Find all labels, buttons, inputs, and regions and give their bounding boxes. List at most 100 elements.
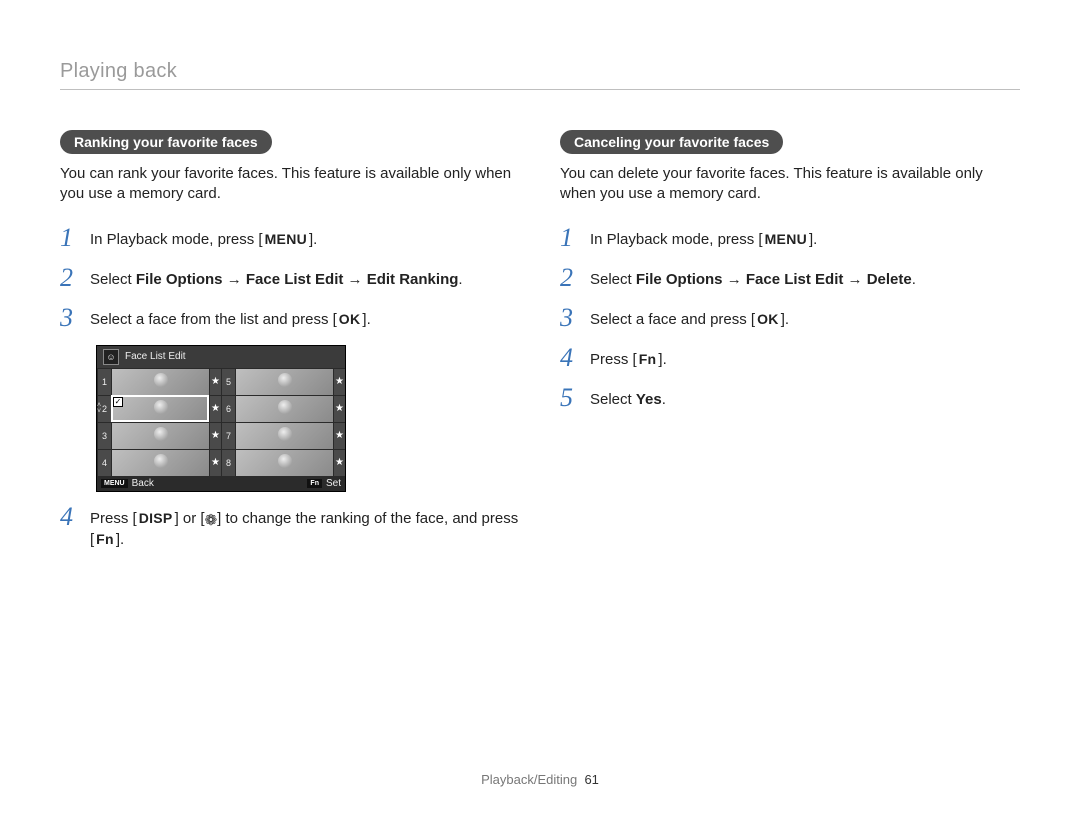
menu-button-label: MENU [763, 230, 809, 250]
step-text: Select Yes. [590, 385, 666, 410]
text: ]. [362, 311, 370, 328]
step-text: Press [DISP] or [❁] to change the rankin… [90, 504, 520, 550]
menu-tag: MENU [101, 479, 128, 488]
lcd-title-bar: ☺ Face List Edit [97, 346, 345, 368]
text: Press [ [90, 510, 137, 527]
step-number: 1 [560, 225, 580, 251]
text: ]. [309, 231, 317, 248]
text: ]. [116, 531, 124, 548]
step-text: Select a face and press [OK]. [590, 305, 789, 330]
star-icon: ★ [333, 368, 345, 395]
step-2: 2 Select File Options → Face List Edit →… [60, 265, 520, 291]
text: Select [590, 271, 636, 288]
step-number: 4 [560, 345, 580, 371]
two-column-layout: Ranking your favorite faces You can rank… [60, 130, 1020, 564]
text: ]. [658, 351, 666, 368]
disp-button-label: DISP [137, 509, 175, 529]
step-number: 3 [60, 305, 80, 331]
rank-number: 4 [97, 449, 111, 476]
step-2: 2 Select File Options → Face List Edit →… [560, 265, 1020, 291]
page-footer: Playback/Editing 61 [0, 772, 1080, 787]
step-number: 4 [60, 504, 80, 530]
right-column: Canceling your favorite faces You can de… [560, 130, 1020, 564]
menu-button-label: MENU [263, 230, 309, 250]
step-1: 1 In Playback mode, press [MENU]. [560, 225, 1020, 251]
footer-section: Playback/Editing [481, 772, 577, 787]
text: Select a face and press [ [590, 311, 755, 328]
menu-path: File Options → Face List Edit → Edit Ran… [136, 271, 459, 288]
step-5: 5 Select Yes. [560, 385, 1020, 411]
section-pill-ranking: Ranking your favorite faces [60, 130, 272, 154]
star-icon: ★ [209, 368, 221, 395]
manual-page: Playing back Ranking your favorite faces… [0, 0, 1080, 815]
updown-arrows-icon: ˄˅ [97, 403, 101, 415]
text: In Playback mode, press [ [90, 231, 263, 248]
step-1: 1 In Playback mode, press [MENU]. [60, 225, 520, 251]
lcd-title: Face List Edit [125, 351, 186, 362]
face-thumbnail-selected: ✓ [111, 395, 209, 422]
text: . [912, 271, 916, 288]
star-icon: ★ [209, 395, 221, 422]
fn-tag: Fn [307, 479, 322, 488]
rank-number: 1 [97, 368, 111, 395]
face-thumbnail [111, 449, 209, 476]
rank-number: 6 [221, 395, 235, 422]
star-icon: ★ [209, 449, 221, 476]
rank-number: ˄˅2 [97, 395, 111, 422]
macro-flower-icon: ❁ [205, 513, 218, 528]
step-text: In Playback mode, press [MENU]. [590, 225, 817, 250]
text: Select [590, 391, 636, 408]
step-4: 4 Press [Fn]. [560, 345, 1020, 371]
checkbox-icon: ✓ [113, 397, 123, 407]
face-thumbnail [111, 368, 209, 395]
step-number: 1 [60, 225, 80, 251]
ok-button-label: OK [337, 310, 363, 330]
page-title: Playing back [60, 60, 1020, 90]
face-thumbnail [235, 395, 333, 422]
lcd-footer: MENU Back Fn Set [97, 476, 345, 491]
step-number: 3 [560, 305, 580, 331]
back-label: Back [132, 478, 154, 489]
text: . [662, 391, 666, 408]
rank-number: 7 [221, 422, 235, 449]
step-text: Press [Fn]. [590, 345, 667, 370]
menu-item: Yes [636, 391, 662, 408]
step-3: 3 Select a face from the list and press … [60, 305, 520, 331]
star-icon: ★ [333, 449, 345, 476]
face-thumbnail [111, 422, 209, 449]
face-icon: ☺ [103, 349, 119, 365]
step-text: Select a face from the list and press [O… [90, 305, 371, 330]
step-3: 3 Select a face and press [OK]. [560, 305, 1020, 331]
intro-text: You can rank your favorite faces. This f… [60, 164, 520, 205]
text: . [458, 271, 462, 288]
face-thumbnail [235, 368, 333, 395]
step-number: 2 [560, 265, 580, 291]
intro-text: You can delete your favorite faces. This… [560, 164, 1020, 205]
star-icon: ★ [333, 395, 345, 422]
step-4: 4 Press [DISP] or [❁] to change the rank… [60, 504, 520, 550]
left-column: Ranking your favorite faces You can rank… [60, 130, 520, 564]
star-icon: ★ [333, 422, 345, 449]
page-number: 61 [584, 772, 598, 787]
fn-button-label: Fn [637, 350, 659, 370]
step-number: 2 [60, 265, 80, 291]
text: ]. [781, 311, 789, 328]
fn-button-label: Fn [94, 530, 116, 550]
camera-lcd-screenshot: ☺ Face List Edit 1 ★ 5 ★ ˄˅2 ✓ ★ 6 ★ [96, 345, 346, 492]
rank-number: 8 [221, 449, 235, 476]
menu-path: File Options → Face List Edit → Delete [636, 271, 912, 288]
face-thumbnail [235, 449, 333, 476]
step-text: Select File Options → Face List Edit → D… [590, 265, 916, 290]
text: Select a face from the list and press [ [90, 311, 337, 328]
text: Press [ [590, 351, 637, 368]
text: ] or [ [175, 510, 205, 527]
section-pill-canceling: Canceling your favorite faces [560, 130, 783, 154]
star-icon: ★ [209, 422, 221, 449]
text: In Playback mode, press [ [590, 231, 763, 248]
face-thumbnail [235, 422, 333, 449]
text: ]. [809, 231, 817, 248]
rank-number: 5 [221, 368, 235, 395]
text: Select [90, 271, 136, 288]
step-number: 5 [560, 385, 580, 411]
step-text: Select File Options → Face List Edit → E… [90, 265, 463, 290]
